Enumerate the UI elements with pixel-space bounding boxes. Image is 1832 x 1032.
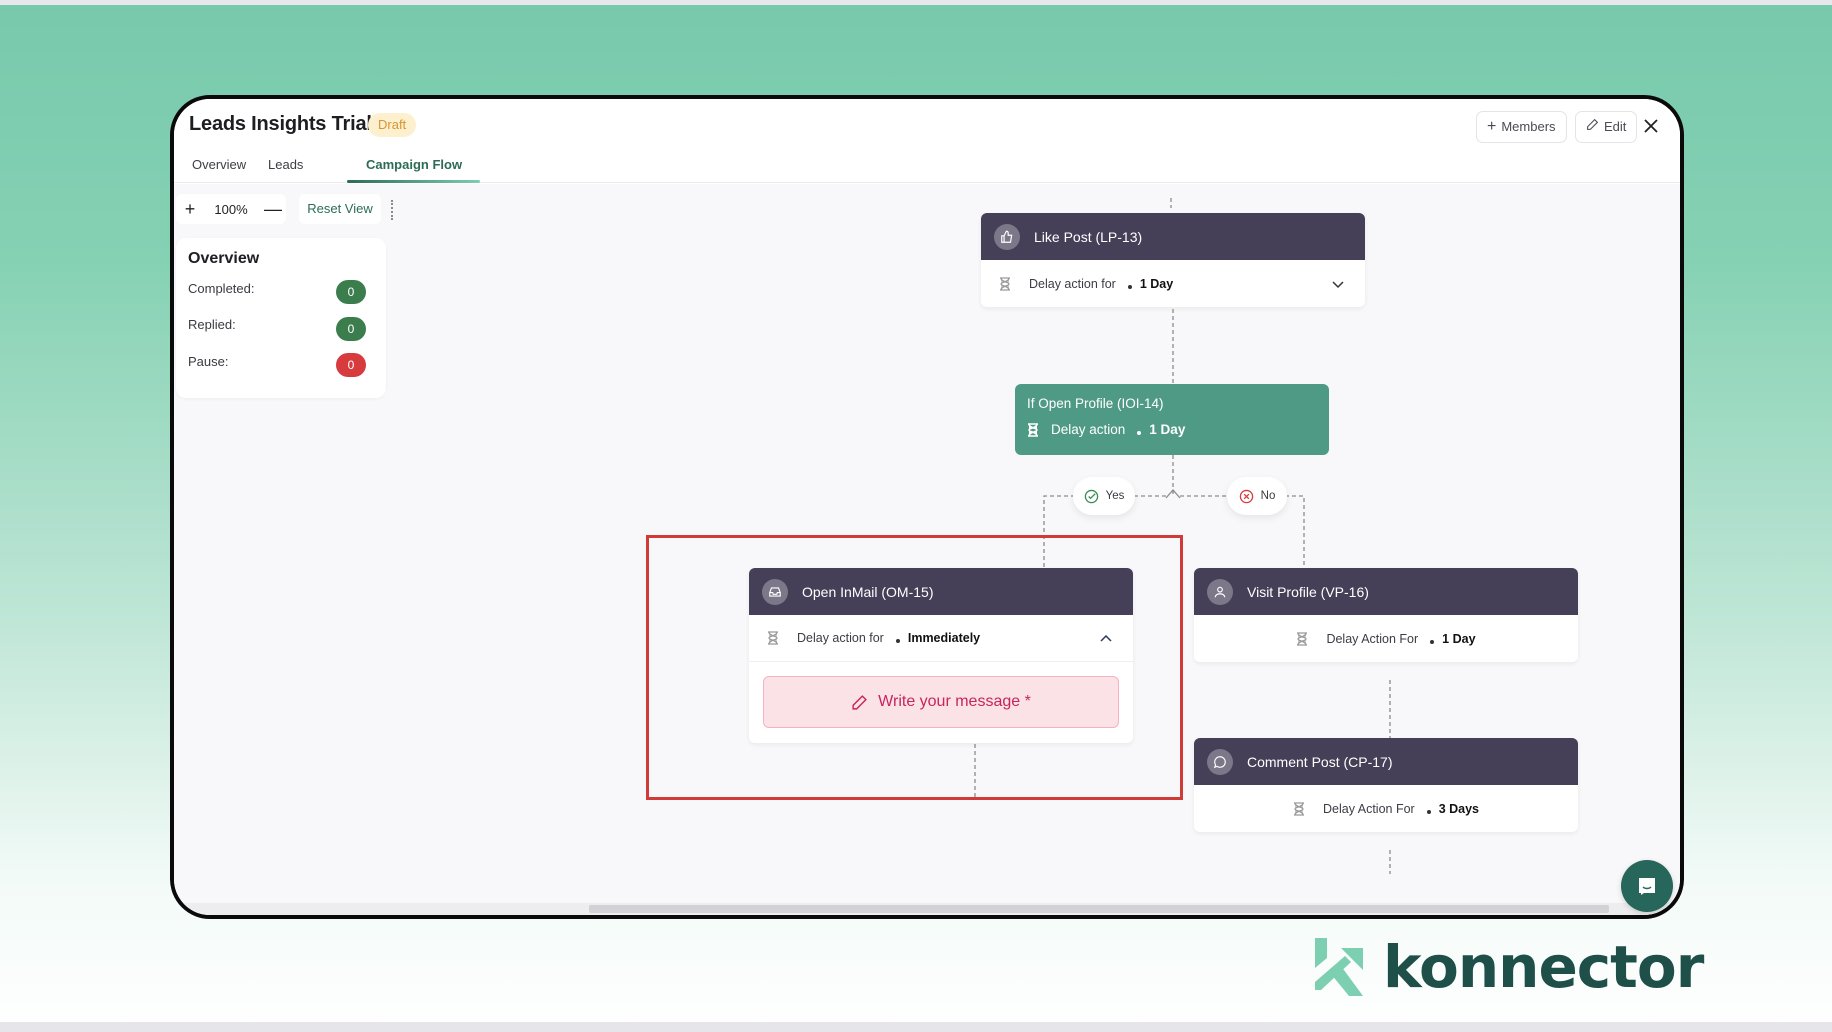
edit-label: Edit <box>1604 119 1627 134</box>
node-comment-post[interactable]: Comment Post (CP-17) Delay Action For 3 … <box>1194 738 1578 832</box>
active-tab-indicator <box>347 180 480 183</box>
branch-yes-label: Yes <box>1105 490 1125 502</box>
hourglass-icon <box>1000 276 1010 291</box>
tab-campaign-flow[interactable]: Campaign Flow <box>366 157 462 172</box>
plus-icon: + <box>1487 118 1497 135</box>
chat-icon <box>1639 878 1655 895</box>
delay-label: Delay Action For <box>1322 801 1415 816</box>
node-delay-row[interactable]: Delay action for 1 Day <box>981 260 1365 307</box>
brand-logo: konnector <box>1313 932 1704 1002</box>
node-title: Comment Post (CP-17) <box>1247 753 1393 770</box>
edit-button[interactable]: Edit <box>1575 111 1638 143</box>
node-if-open-profile[interactable]: If Open Profile (IOI-14) Delay action 1 … <box>1015 384 1329 455</box>
thumbs-up-icon <box>994 223 1020 250</box>
brand-name: konnector <box>1383 933 1704 1001</box>
top-strip <box>0 0 1832 5</box>
separator-dot <box>1430 639 1435 644</box>
separator-dot <box>1426 809 1431 814</box>
branch-no-pill[interactable]: No <box>1227 477 1287 515</box>
bottom-strip <box>0 1022 1832 1032</box>
close-icon[interactable] <box>1640 113 1662 139</box>
x-circle-icon <box>1239 489 1253 503</box>
node-header: Like Post (LP-13) <box>981 213 1365 260</box>
members-label: Members <box>1501 119 1556 134</box>
node-header: Comment Post (CP-17) <box>1194 738 1578 785</box>
node-delay-row: Delay action 1 Day <box>1027 422 1185 437</box>
separator-dot <box>1127 284 1132 289</box>
delay-label: Delay action <box>1051 422 1126 437</box>
node-header: Visit Profile (VP-16) <box>1194 568 1578 615</box>
hourglass-icon <box>1293 801 1304 816</box>
hourglass-icon <box>1297 631 1308 646</box>
separator-dot <box>1137 430 1142 435</box>
comment-icon <box>1207 748 1233 775</box>
header: Leads Insights Trial Draft Overview Lead… <box>174 99 1680 183</box>
node-delay-row: Delay Action For 1 Day <box>1194 615 1578 662</box>
flow-canvas[interactable]: + 100% — Reset View Overview Completed: … <box>174 184 1680 915</box>
check-circle-icon <box>1084 489 1098 503</box>
konnector-logo-icon <box>1315 938 1363 996</box>
hourglass-icon <box>1028 422 1038 437</box>
node-title: If Open Profile (IOI-14) <box>1027 396 1164 411</box>
tab-overview[interactable]: Overview <box>192 157 246 172</box>
chat-support-button[interactable] <box>1621 860 1673 912</box>
delay-label: Delay action for <box>1029 276 1116 291</box>
node-visit-profile[interactable]: Visit Profile (VP-16) Delay Action For 1… <box>1194 568 1578 662</box>
node-title: Like Post (LP-13) <box>1034 228 1143 245</box>
delay-label: Delay Action For <box>1326 631 1419 646</box>
page-title: Leads Insights Trial <box>189 113 372 135</box>
scrollbar-thumb[interactable] <box>589 905 1609 913</box>
tab-leads[interactable]: Leads <box>268 157 303 172</box>
delay-value: 3 Days <box>1438 801 1480 816</box>
chevron-down-icon[interactable] <box>1331 277 1345 291</box>
delay-value: 1 Day <box>1442 631 1476 646</box>
pencil-icon <box>1586 112 1599 142</box>
node-delay-row: Delay Action For 3 Days <box>1194 785 1578 832</box>
horizontal-scrollbar[interactable] <box>174 903 1680 915</box>
branch-yes-pill[interactable]: Yes <box>1073 477 1135 515</box>
delay-value: 1 Day <box>1149 422 1186 437</box>
node-like-post[interactable]: Like Post (LP-13) Delay action for 1 Day <box>981 213 1365 307</box>
add-members-button[interactable]: + Members <box>1476 111 1567 143</box>
node-title: Visit Profile (VP-16) <box>1247 583 1369 600</box>
delay-value: 1 Day <box>1139 276 1174 291</box>
status-badge: Draft <box>368 113 417 137</box>
app-window: Leads Insights Trial Draft Overview Lead… <box>170 95 1684 919</box>
branch-no-label: No <box>1260 490 1276 502</box>
highlight-box <box>646 535 1183 800</box>
user-icon <box>1207 578 1233 605</box>
